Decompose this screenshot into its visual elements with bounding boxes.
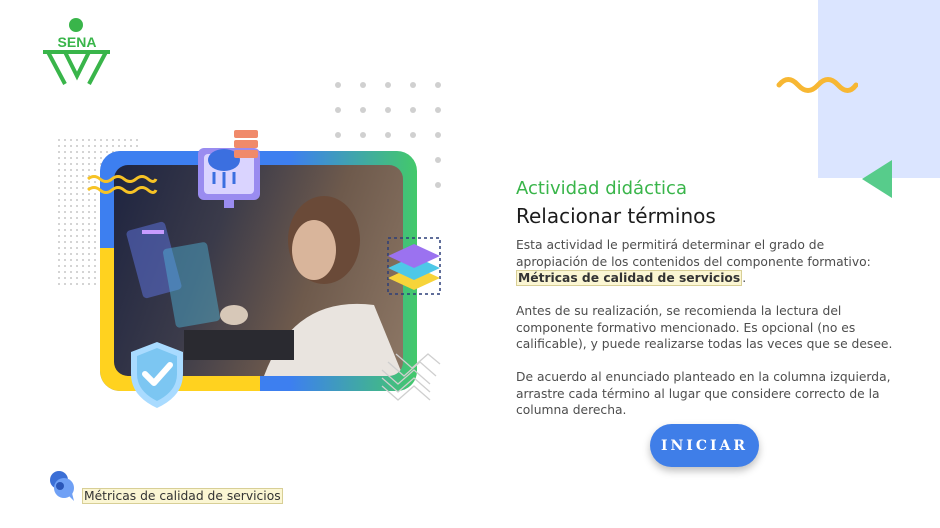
layers-icon xyxy=(387,237,441,295)
sena-logo: SENA xyxy=(43,18,110,85)
activity-eyebrow: Actividad didáctica xyxy=(516,178,687,199)
start-button[interactable]: INICIAR xyxy=(650,424,759,467)
activity-description: Esta actividad le permitirá determinar e… xyxy=(516,237,896,287)
instructions-text: De acuerdo al enunciado planteado en la … xyxy=(516,370,891,417)
component-highlight: Métricas de calidad de servicios xyxy=(516,270,743,286)
description-text: Esta actividad le permitirá determinar e… xyxy=(516,238,871,269)
svg-text:SENA: SENA xyxy=(58,34,97,50)
green-triangle-decoration xyxy=(862,160,892,198)
footer-component-label: Métricas de calidad de servicios xyxy=(82,488,283,504)
yellow-zigzag-decoration xyxy=(87,175,158,194)
activity-title: Relacionar términos xyxy=(516,204,716,228)
chevron-pattern-decoration xyxy=(381,353,441,401)
description-end: . xyxy=(742,271,747,285)
chat-bubbles-icon xyxy=(50,471,74,501)
shield-check-icon xyxy=(131,342,183,408)
cloud-server-icon xyxy=(198,130,260,208)
recommendation-text: Antes de su realización, se recomienda l… xyxy=(516,304,893,351)
yellow-wave-decoration xyxy=(776,77,858,93)
